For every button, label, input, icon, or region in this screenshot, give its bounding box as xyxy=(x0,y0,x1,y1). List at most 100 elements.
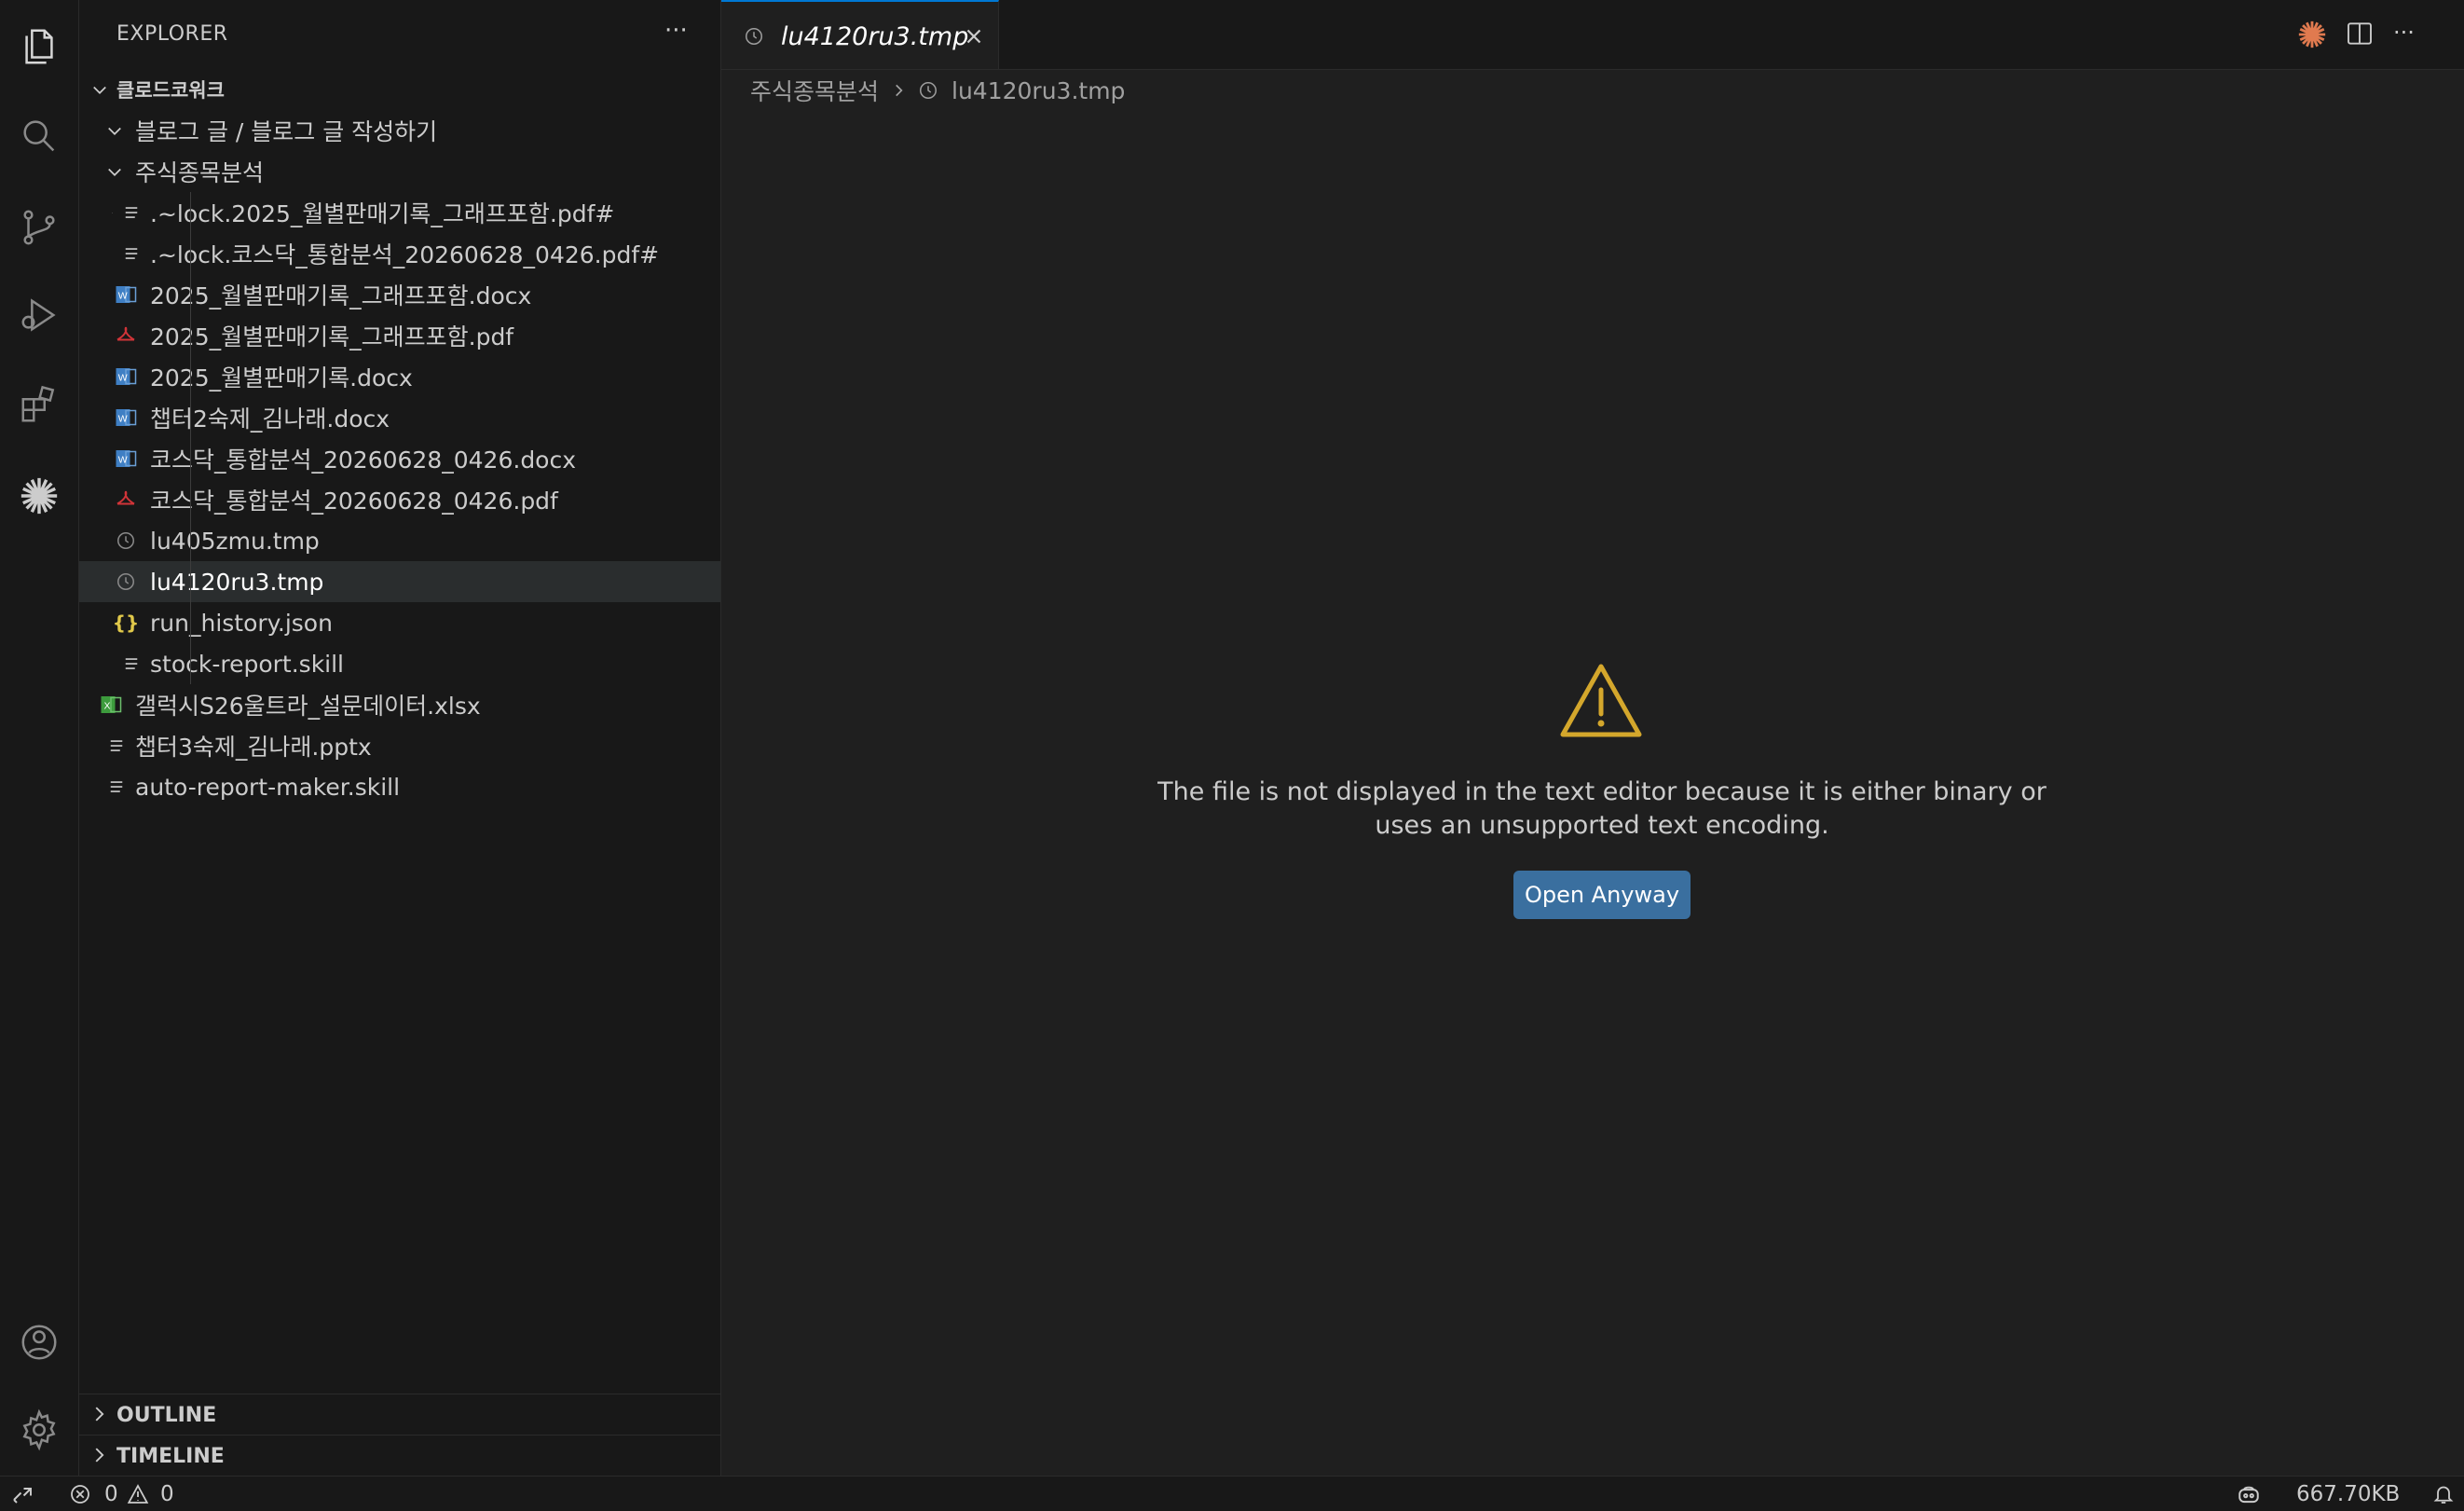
clock-file-icon xyxy=(115,529,137,553)
outline-section-header[interactable]: OUTLINE xyxy=(79,1394,720,1435)
file-label: run_history.json xyxy=(150,609,333,637)
svg-text:W: W xyxy=(118,414,128,425)
svg-text:W: W xyxy=(118,291,128,302)
account-icon[interactable] xyxy=(0,1309,78,1376)
tree-file[interactable]: {} run_history.json xyxy=(79,602,720,643)
editor-tab-active[interactable]: lu4120ru3.tmp xyxy=(721,0,999,69)
pdf-file-icon xyxy=(115,323,137,348)
file-label: 챕터2숙제_김나래.docx xyxy=(150,405,390,433)
warning-icon[interactable] xyxy=(127,1477,149,1511)
activity-bar xyxy=(0,0,79,1476)
text-file-icon xyxy=(120,200,143,225)
warning-count[interactable]: 0 xyxy=(160,1477,174,1511)
message-line-2: uses an unsupported text encoding. xyxy=(1375,811,1829,840)
file-label: 2025_월별판매기록_그래프포함.docx xyxy=(150,282,532,309)
svg-text:W: W xyxy=(118,373,128,384)
file-label: lu4120ru3.tmp xyxy=(150,568,324,596)
timeline-section-header[interactable]: TIMELINE xyxy=(79,1435,720,1477)
indent-guide xyxy=(190,192,191,684)
tree-file[interactable]: .~lock.2025_월별판매기록_그래프포함.pdf# xyxy=(79,192,720,233)
file-size: 667.70KB xyxy=(2296,1481,2401,1506)
extensions-icon[interactable] xyxy=(0,371,78,438)
tree-root-folder[interactable]: 클로드코워크 xyxy=(79,69,720,110)
tab-label: lu4120ru3.tmp xyxy=(781,22,969,51)
tree-file[interactable]: .~lock.코스닥_통합분석_20260628_0426.pdf# xyxy=(79,233,720,274)
outline-label: OUTLINE xyxy=(116,1403,217,1427)
chevron-down-icon xyxy=(103,119,126,142)
svg-text:X: X xyxy=(104,701,111,712)
chevron-right-icon xyxy=(89,1445,111,1467)
word-file-icon: W xyxy=(115,405,137,430)
tree-file[interactable]: W 2025_월별판매기록.docx xyxy=(79,356,720,397)
clock-file-icon xyxy=(115,570,137,594)
file-label: 2025_월별판매기록_그래프포함.pdf xyxy=(150,323,514,350)
message-line-1: The file is not displayed in the text ed… xyxy=(1157,777,2046,806)
file-label: 갤럭시S26울트라_설문데이터.xlsx xyxy=(135,693,481,720)
file-label: auto-report-maker.skill xyxy=(135,773,401,801)
folder-label: 블로그 글 / 블로그 글 작성하기 xyxy=(135,118,438,145)
tree-folder[interactable]: 주식종목분석 xyxy=(79,151,720,192)
text-file-icon xyxy=(120,652,143,676)
more-actions-icon[interactable]: ··· xyxy=(2393,19,2427,52)
tree-folder[interactable]: 블로그 글 / 블로그 글 작성하기 xyxy=(79,110,720,151)
close-icon[interactable] xyxy=(962,24,986,48)
split-editor-icon[interactable] xyxy=(2345,19,2378,52)
explorer-sidebar: EXPLORER ··· 클로드코워크 블로그 글 / 블로그 글 작성하기 주… xyxy=(79,0,721,1476)
claude-icon[interactable] xyxy=(2296,19,2330,52)
claude-icon[interactable] xyxy=(0,462,78,529)
run-debug-icon[interactable] xyxy=(0,282,78,349)
file-label: .~lock.코스닥_통합분석_20260628_0426.pdf# xyxy=(150,241,660,268)
error-count[interactable]: 0 xyxy=(104,1477,118,1511)
timeline-label: TIMELINE xyxy=(116,1444,225,1468)
json-file-icon: {} xyxy=(112,611,140,634)
editor-tabs: lu4120ru3.tmp ··· xyxy=(721,0,2464,70)
source-control-icon[interactable] xyxy=(0,194,78,261)
word-file-icon: W xyxy=(115,364,137,389)
status-bar: 0 0 667.70KB xyxy=(0,1476,2464,1511)
file-label: 코스닥_통합분석_20260628_0426.pdf xyxy=(150,488,558,515)
chevron-down-icon xyxy=(89,78,111,101)
tree-file[interactable]: W 챕터2숙제_김나래.docx xyxy=(79,397,720,438)
copilot-icon[interactable] xyxy=(2237,1477,2261,1511)
text-file-icon xyxy=(105,775,128,799)
tree-file[interactable]: stock-report.skill xyxy=(79,643,720,684)
word-file-icon: W xyxy=(115,446,137,471)
settings-icon[interactable] xyxy=(0,1396,78,1463)
breadcrumb-file[interactable]: lu4120ru3.tmp xyxy=(951,77,1125,104)
tree-file[interactable]: 챕터3숙제_김나래.pptx xyxy=(79,725,720,766)
file-label: 챕터3숙제_김나래.pptx xyxy=(135,734,372,761)
tree-file-selected[interactable]: lu4120ru3.tmp xyxy=(79,561,720,602)
tree-file[interactable]: 2025_월별판매기록_그래프포함.pdf xyxy=(79,315,720,356)
text-file-icon xyxy=(120,241,143,266)
text-file-icon xyxy=(105,734,128,758)
chevron-right-icon xyxy=(896,84,903,97)
open-anyway-button[interactable]: Open Anyway xyxy=(1513,871,1691,919)
tree-file[interactable]: 코스닥_통합분석_20260628_0426.pdf xyxy=(79,479,720,520)
word-file-icon: W xyxy=(115,282,137,307)
binary-file-message: The file is not displayed in the text ed… xyxy=(1118,776,2086,843)
tree-file[interactable]: auto-report-maker.skill xyxy=(79,766,720,807)
tree-file[interactable]: lu405zmu.tmp xyxy=(79,520,720,561)
warning-icon xyxy=(1560,664,1642,737)
search-icon[interactable] xyxy=(0,103,78,170)
file-tree: 클로드코워크 블로그 글 / 블로그 글 작성하기 주식종목분석 .~lock.… xyxy=(79,69,720,807)
folder-label: 주식종목분석 xyxy=(135,159,265,186)
remote-icon[interactable] xyxy=(11,1477,34,1511)
breadcrumb: 주식종목분석 lu4120ru3.tmp xyxy=(750,75,1125,106)
breadcrumb-folder[interactable]: 주식종목분석 xyxy=(750,74,879,107)
more-actions-icon[interactable]: ··· xyxy=(664,17,688,45)
bell-icon[interactable] xyxy=(2432,1477,2455,1511)
file-label: .~lock.2025_월별판매기록_그래프포함.pdf# xyxy=(150,200,615,227)
tree-file[interactable]: W 2025_월별판매기록_그래프포함.docx xyxy=(79,274,720,315)
clock-icon xyxy=(920,81,938,100)
errors-icon[interactable] xyxy=(69,1477,91,1511)
editor-area xyxy=(721,69,2464,1476)
chevron-down-icon xyxy=(103,160,126,183)
svg-text:W: W xyxy=(118,455,128,466)
tree-file[interactable]: X 갤럭시S26울트라_설문데이터.xlsx xyxy=(79,684,720,725)
files-icon[interactable] xyxy=(0,13,78,80)
file-label: 코스닥_통합분석_20260628_0426.docx xyxy=(150,446,577,474)
root-folder-label: 클로드코워크 xyxy=(116,79,225,102)
explorer-title: EXPLORER xyxy=(116,22,228,46)
tree-file[interactable]: W 코스닥_통합분석_20260628_0426.docx xyxy=(79,438,720,479)
